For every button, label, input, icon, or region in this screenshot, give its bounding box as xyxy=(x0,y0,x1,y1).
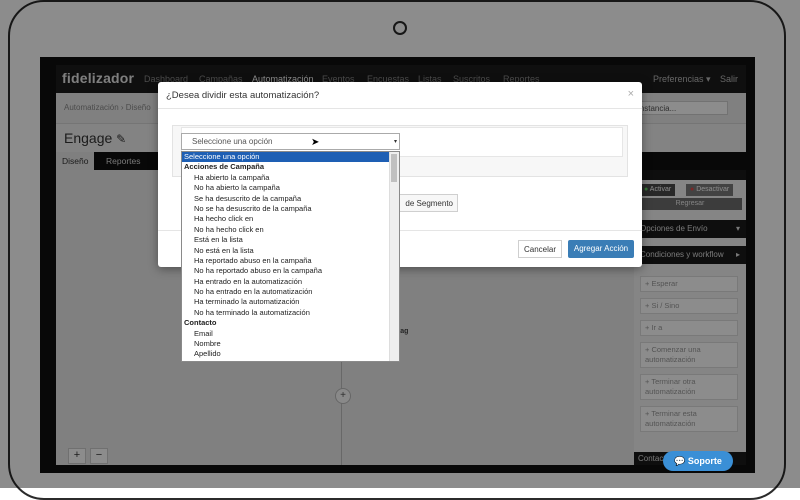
support-button[interactable]: 💬 Soporte xyxy=(663,451,733,471)
segment-button[interactable]: de Segmento xyxy=(398,194,458,212)
option-item[interactable]: No está en la lista xyxy=(182,246,390,256)
dropdown-options: Seleccione una opción Acciones de Campañ… xyxy=(182,152,390,360)
condition-select[interactable]: Seleccione una opción ▾ xyxy=(181,133,400,150)
option-item[interactable]: Ha reportado abuso en la campaña xyxy=(182,256,390,266)
scrollbar-thumb[interactable] xyxy=(391,154,397,182)
option-item[interactable]: No ha entrado en la automatización xyxy=(182,287,390,297)
option-item[interactable]: No ha abierto la campaña xyxy=(182,183,390,193)
dropdown-scrollbar[interactable] xyxy=(389,152,399,361)
divider xyxy=(158,108,642,109)
option-item[interactable]: No ha reportado abuso en la campaña xyxy=(182,266,390,276)
option-item[interactable]: No ha hecho click en xyxy=(182,225,390,235)
optgroup-contact: Contacto xyxy=(184,318,217,328)
option-selected[interactable]: Seleccione una opción xyxy=(182,152,390,163)
condition-select-value: Seleccione una opción xyxy=(192,137,273,146)
chat-bubble-icon: 💬 xyxy=(674,456,686,466)
modal-title: ¿Desea dividir esta automatización? xyxy=(166,90,320,101)
mouse-cursor-icon: ➤ xyxy=(311,137,320,148)
option-item[interactable]: No ha terminado la automatización xyxy=(182,308,390,318)
cancel-button[interactable]: Cancelar xyxy=(518,240,562,258)
optgroup-campaign-actions: Acciones de Campaña xyxy=(184,162,265,172)
option-item[interactable]: Se ha desuscrito de la campaña xyxy=(182,194,390,204)
option-item[interactable]: Ha abierto la campaña xyxy=(182,173,390,183)
option-item[interactable]: Ha hecho click en xyxy=(182,214,390,224)
chevron-down-icon: ▾ xyxy=(393,139,397,145)
close-icon[interactable]: × xyxy=(628,88,634,100)
option-item[interactable]: Email xyxy=(182,329,390,339)
condition-dropdown[interactable]: Seleccione una opción Acciones de Campañ… xyxy=(181,151,400,362)
support-label: Soporte xyxy=(687,456,722,466)
option-item[interactable]: No se ha desuscrito de la campaña xyxy=(182,204,390,214)
option-item[interactable]: Está en la lista xyxy=(182,235,390,245)
option-item[interactable]: Nombre xyxy=(182,339,390,349)
option-item[interactable]: Ha terminado la automatización xyxy=(182,297,390,307)
option-item[interactable]: Apellido xyxy=(182,349,390,359)
add-action-button[interactable]: Agregar Acción xyxy=(568,240,634,258)
option-item[interactable]: Ha entrado en la automatización xyxy=(182,277,390,287)
